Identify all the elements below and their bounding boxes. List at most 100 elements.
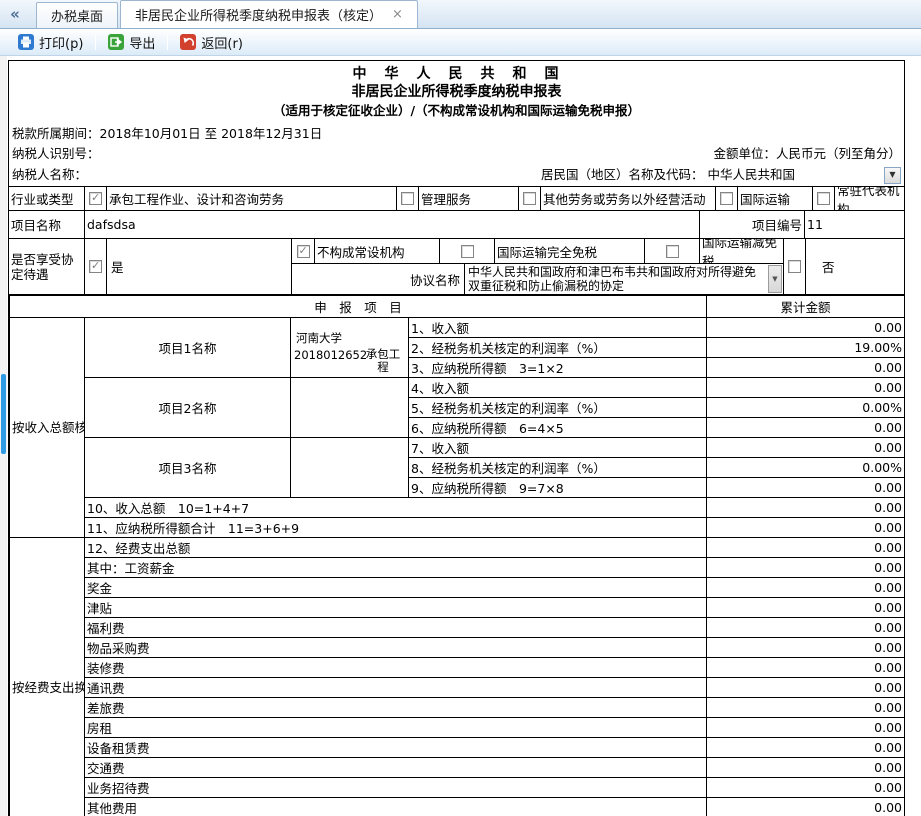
row-label: 福利费 <box>85 617 707 637</box>
table-row: 其中：工资薪金0.00 <box>10 557 905 577</box>
table-row: 11、应纳税所得额合计 11=3+6+90.00 <box>10 517 905 537</box>
taxpayer-id-line: 纳税人识别号： 金额单位：人民币元（列至角分） <box>9 144 904 164</box>
row-value: 0.00 <box>707 637 905 657</box>
table-row: 业务招待费0.00 <box>10 777 905 797</box>
industry-option-cell <box>518 187 540 210</box>
row-value: 0.00 <box>707 517 905 537</box>
tab-label: 办税桌面 <box>51 6 103 25</box>
tab-declaration-form[interactable]: 非居民企业所得税季度纳税申报表（核定） × <box>120 0 418 28</box>
tab-desktop[interactable]: 办税桌面 <box>36 2 118 28</box>
splitter-drag-handle[interactable] <box>1 374 6 454</box>
industry-option-label: 国际运输 <box>737 187 812 210</box>
treaty-option-label: 国际运输完全免税 <box>494 239 644 263</box>
treaty-option-cell <box>439 239 494 263</box>
back-button[interactable]: 返回(r) <box>172 31 251 54</box>
row-label: 7、收入额 <box>409 437 707 457</box>
section-label-expense-method: 按经费支出换算应纳税所得额的计算 <box>10 537 85 816</box>
toolbar-separator <box>167 34 168 50</box>
agreement-name-select[interactable]: 中华人民共和国政府和津巴布韦共和国政府对所得避免双重征税和防止偷漏税的协定 ▼ <box>464 264 783 294</box>
industry-option-label: 管理服务 <box>418 187 518 210</box>
project-name-cell: 项目1名称 <box>85 317 291 377</box>
checkbox-treaty-no[interactable] <box>788 260 801 273</box>
table-row: 项目2名称4、收入额0.00 <box>10 377 905 397</box>
checkbox-no-permanent-establishment[interactable] <box>297 245 310 258</box>
left-splitter <box>0 56 7 816</box>
project-number-label: 项目编号 <box>699 211 804 238</box>
table-row: 设备租赁费0.00 <box>10 737 905 757</box>
row-label: 其中：工资薪金 <box>85 557 707 577</box>
table-row: 其他费用0.00 <box>10 797 905 816</box>
agreement-name-label: 协议名称 <box>292 264 464 294</box>
declaration-form: 中 华 人 民 共 和 国 非居民企业所得税季度纳税申报表 （适用于核定征收企业… <box>8 60 905 816</box>
table-row: 房租0.00 <box>10 717 905 737</box>
export-icon <box>108 34 124 50</box>
project-info-cell: 2018012652承包工程河南大学 <box>291 317 409 377</box>
resident-country-value: 中华人民共和国 <box>708 164 796 186</box>
treaty-middle-block: 不构成常设机构 国际运输完全免税 国际运输减免税 协议名称 中华人民共和国政府和… <box>291 239 783 294</box>
table-row: 福利费0.00 <box>10 617 905 637</box>
treaty-label: 是否享受协定待遇 <box>9 239 84 294</box>
row-value: 0.00 <box>707 677 905 697</box>
row-value: 0.00 <box>707 797 905 816</box>
row-label: 3、应纳税所得额 3=1×2 <box>409 357 707 377</box>
row-value: 0.00 <box>707 737 905 757</box>
back-label: 返回(r) <box>201 33 243 52</box>
industry-option-label: 常驻代表机构 <box>834 187 904 210</box>
checkbox-representative-office[interactable] <box>817 192 830 205</box>
treaty-option-cell <box>292 239 314 263</box>
project-name-label: 项目名称 <box>9 211 84 238</box>
form-title-main: 非居民企业所得税季度纳税申报表 <box>9 83 904 102</box>
project-type-text: 承包工程 <box>362 348 404 374</box>
app-window: « 办税桌面 非居民企业所得税季度纳税申报表（核定） × 打印(p) 导出 <box>0 0 921 816</box>
printer-icon <box>18 34 34 50</box>
return-icon <box>180 34 196 50</box>
checkbox-transport-reduced-exemption[interactable] <box>666 245 679 258</box>
table-row: 奖金0.00 <box>10 577 905 597</box>
resident-country-dropdown-icon[interactable]: ▼ <box>884 167 901 184</box>
checkbox-management-service[interactable] <box>401 192 414 205</box>
table-row: 按收入总额核定应纳税所得额的计算项目1名称2018012652承包工程河南大学1… <box>10 317 905 337</box>
tax-period-value: 2018年10月01日 至 2018年12月31日 <box>100 124 323 144</box>
treaty-option-label: 不构成常设机构 <box>314 239 439 263</box>
checkbox-transport-full-exemption[interactable] <box>461 245 474 258</box>
checkbox-contract-engineering[interactable] <box>89 192 102 205</box>
tax-period-line: 税款所属期间： 2018年10月01日 至 2018年12月31日 <box>9 124 904 144</box>
agreement-dropdown-icon[interactable]: ▼ <box>768 265 782 293</box>
industry-option-cell <box>715 187 737 210</box>
row-value: 0.00 <box>707 597 905 617</box>
industry-option-label: 其他劳务或劳务以外经营活动 <box>540 187 715 210</box>
collapse-tabs-button[interactable]: « <box>0 0 30 28</box>
toolbar-separator <box>95 34 96 50</box>
row-label: 11、应纳税所得额合计 11=3+6+9 <box>85 517 707 537</box>
treaty-yes-label: 是 <box>106 239 291 294</box>
row-value: 0.00 <box>707 477 905 497</box>
row-label: 其他费用 <box>85 797 707 816</box>
amount-unit-label: 金额单位：人民币元（列至角分） <box>713 144 901 164</box>
table-row: 差旅费0.00 <box>10 697 905 717</box>
table-row: 装修费0.00 <box>10 657 905 677</box>
table-header-row: 申 报 项 目 累计金额 <box>10 295 905 317</box>
treaty-no-cell <box>783 239 805 294</box>
row-label: 9、应纳税所得额 9=7×8 <box>409 477 707 497</box>
agreement-row: 协议名称 中华人民共和国政府和津巴布韦共和国政府对所得避免双重征税和防止偷漏税的… <box>292 264 783 294</box>
row-value: 0.00 <box>707 717 905 737</box>
declaration-table: 申 报 项 目 累计金额 按收入总额核定应纳税所得额的计算项目1名称201801… <box>9 294 905 816</box>
project-code-text: 2018012652 <box>294 348 367 362</box>
tax-period-label: 税款所属期间： <box>12 124 100 144</box>
treaty-option-label: 国际运输减免税 <box>699 239 783 263</box>
table-row: 10、收入总额 10=1+4+70.00 <box>10 497 905 517</box>
close-icon[interactable]: × <box>392 8 403 21</box>
row-label: 6、应纳税所得额 6=4×5 <box>409 417 707 437</box>
export-button[interactable]: 导出 <box>100 31 163 54</box>
row-label: 1、收入额 <box>409 317 707 337</box>
taxpayer-name-label: 纳税人名称： <box>12 164 87 186</box>
row-value: 0.00 <box>707 497 905 517</box>
checkbox-international-transport[interactable] <box>720 192 733 205</box>
form-title-country: 中 华 人 民 共 和 国 <box>9 66 904 83</box>
project-info-cell <box>291 377 409 437</box>
checkbox-other-services[interactable] <box>523 192 536 205</box>
taxpayer-name-line: 纳税人名称： 居民国（地区）名称及代码： 中华人民共和国 ▼ <box>9 164 904 186</box>
print-button[interactable]: 打印(p) <box>10 31 91 54</box>
tab-label: 非居民企业所得税季度纳税申报表（核定） <box>135 5 382 24</box>
checkbox-treaty-yes[interactable] <box>89 260 102 273</box>
